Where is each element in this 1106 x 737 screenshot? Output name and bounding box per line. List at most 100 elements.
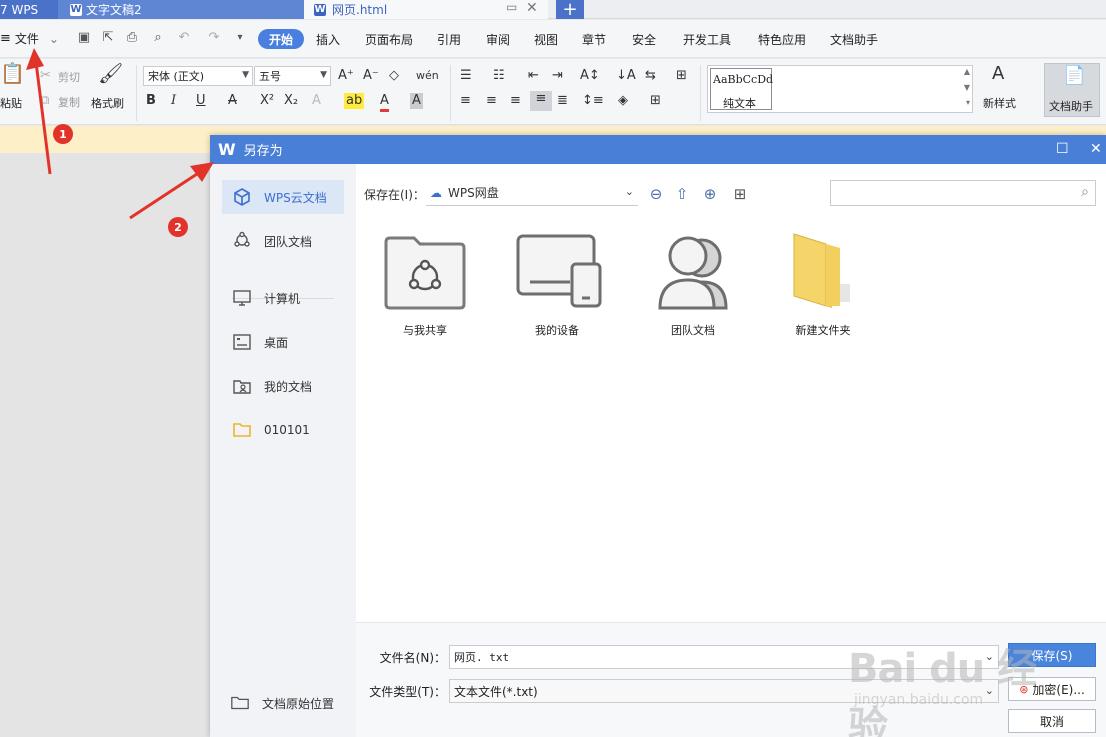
- tab-references[interactable]: 引用: [437, 31, 461, 48]
- italic-icon[interactable]: I: [171, 93, 176, 109]
- format-painter-icon[interactable]: 🖌: [98, 63, 123, 83]
- desktop-icon: [232, 333, 252, 351]
- align-center-icon[interactable]: ≡: [486, 93, 497, 109]
- filename-label: 文件名(N)：: [379, 651, 446, 665]
- font-color-icon[interactable]: A: [380, 93, 389, 112]
- tab-developer[interactable]: 开发工具: [683, 31, 731, 48]
- style-name-label: 纯文本: [723, 97, 756, 110]
- tab-page-layout[interactable]: 页面布局: [365, 31, 413, 48]
- align-left-icon[interactable]: ≡: [460, 93, 471, 109]
- font-size-select[interactable]: 五号 ▼: [254, 66, 331, 86]
- distributed-icon[interactable]: ≣: [557, 93, 568, 109]
- increase-font-icon[interactable]: A⁺: [338, 68, 354, 84]
- save-in-select[interactable]: ☁ WPS网盘 ⌄: [426, 180, 638, 206]
- up-folder-icon[interactable]: ⇧: [672, 184, 692, 204]
- baidu-watermark: Bai du 经验 jingyan.baidu.com: [840, 620, 1070, 737]
- ribbon-separator: [450, 65, 451, 121]
- tab-special-apps[interactable]: 特色应用: [758, 31, 806, 48]
- tab-doc-helper[interactable]: 文档助手: [830, 31, 878, 48]
- phonetic-guide-icon[interactable]: wén: [416, 68, 439, 84]
- view-mode-icon[interactable]: ⊞: [730, 184, 750, 204]
- sort-icon[interactable]: ↓A: [616, 68, 636, 84]
- paste-icon[interactable]: 📋: [0, 63, 25, 91]
- writer-doc-icon: W: [314, 3, 326, 16]
- sidebar-item-wps-cloud[interactable]: WPS云文档: [222, 180, 344, 214]
- numbered-list-icon[interactable]: ☷: [493, 68, 505, 84]
- print-icon[interactable]: ⎙: [124, 30, 140, 46]
- file-item-shared-with-me[interactable]: 与我共享: [370, 234, 480, 344]
- dialog-title-bar: W 另存为 ☐ ✕: [210, 135, 1106, 164]
- font-name-select[interactable]: 宋体 (正文) ▼: [143, 66, 253, 86]
- text-effect-icon[interactable]: A: [312, 93, 321, 109]
- shading-icon[interactable]: ◈: [618, 93, 628, 109]
- file-item-new-folder[interactable]: 新建文件夹: [768, 233, 878, 344]
- sidebar-item-desktop[interactable]: 桌面: [222, 325, 344, 359]
- dialog-title: 另存为: [243, 144, 283, 159]
- new-tab-button[interactable]: +: [556, 0, 584, 20]
- save-icon[interactable]: ▣: [76, 30, 92, 46]
- tab-insert[interactable]: 插入: [316, 31, 340, 48]
- tab-review[interactable]: 审阅: [486, 31, 510, 48]
- sidebar-item-folder-010101[interactable]: 010101: [222, 413, 344, 447]
- expand-gallery-icon[interactable]: ▾: [966, 98, 970, 107]
- sidebar-item-computer[interactable]: 计算机: [222, 281, 344, 315]
- bullet-list-icon[interactable]: ☰: [460, 68, 472, 84]
- style-gallery[interactable]: AaBbCcDd 纯文本 ▲ ▼ ▾: [707, 65, 973, 113]
- decrease-font-icon[interactable]: A⁻: [363, 68, 379, 84]
- export-icon[interactable]: ⇱: [100, 30, 116, 46]
- paragraph-spacing-icon[interactable]: ↕≡: [582, 93, 604, 109]
- decrease-indent-icon[interactable]: ⇤: [528, 68, 539, 84]
- file-item-my-devices[interactable]: 我的设备: [502, 234, 612, 344]
- tab-wps-home[interactable]: 7 WPS: [0, 0, 58, 19]
- close-icon[interactable]: ✕: [1090, 141, 1102, 157]
- tab-security[interactable]: 安全: [632, 31, 656, 48]
- increase-indent-icon[interactable]: ⇥: [552, 68, 563, 84]
- text-direction-icon[interactable]: A↕: [580, 68, 600, 84]
- close-tab-icon[interactable]: ✕: [526, 0, 538, 16]
- undo-icon[interactable]: ↶: [176, 30, 192, 46]
- style-plain-text[interactable]: AaBbCcDd 纯文本: [710, 68, 773, 110]
- subscript-icon[interactable]: X₂: [284, 93, 298, 109]
- sidebar-item-original-location[interactable]: 文档原始位置: [230, 694, 334, 712]
- format-painter-button[interactable]: 格式刷: [91, 95, 124, 111]
- doc-helper-button[interactable]: 📄 文档助手: [1044, 63, 1100, 117]
- sidebar-item-my-docs[interactable]: 我的文档: [222, 369, 344, 403]
- clear-format-icon[interactable]: ◇: [389, 68, 399, 84]
- scroll-up-icon[interactable]: ▲: [964, 67, 970, 76]
- new-style-icon[interactable]: A: [992, 65, 1004, 83]
- char-shading-icon[interactable]: A: [410, 93, 423, 109]
- back-icon[interactable]: ⊖: [646, 184, 666, 204]
- sidebar-item-team-docs[interactable]: 团队文档: [222, 224, 344, 258]
- scroll-down-icon[interactable]: ▼: [964, 83, 970, 92]
- align-right-icon[interactable]: ≡: [510, 93, 521, 109]
- table-grid-icon[interactable]: ⊞: [676, 68, 687, 84]
- bold-icon[interactable]: B: [146, 93, 156, 109]
- strikethrough-icon[interactable]: A: [228, 93, 237, 109]
- tab-start[interactable]: 开始: [258, 29, 304, 49]
- justify-icon[interactable]: ≡: [530, 91, 552, 111]
- paste-button[interactable]: 粘贴: [0, 95, 22, 111]
- new-folder-icon[interactable]: ⊕: [700, 184, 720, 204]
- maximize-icon[interactable]: ☐: [1056, 141, 1069, 157]
- line-spacing-icon[interactable]: ⇆: [645, 68, 656, 84]
- new-style-button[interactable]: 新样式: [983, 95, 1016, 111]
- superscript-icon[interactable]: X²: [260, 93, 274, 109]
- search-input[interactable]: ⌕: [830, 180, 1096, 206]
- cut-button[interactable]: 剪切: [58, 69, 80, 85]
- copy-button[interactable]: 复制: [58, 94, 80, 110]
- tab-view[interactable]: 视图: [534, 31, 558, 48]
- tab-chapter[interactable]: 章节: [582, 31, 606, 48]
- file-menu-button[interactable]: ≡ 文件 ⌄: [0, 30, 59, 47]
- customize-quick-access-icon[interactable]: ▾: [232, 30, 248, 46]
- font-name-value: 宋体 (正文): [148, 70, 205, 83]
- highlight-icon[interactable]: ab: [344, 93, 365, 109]
- search-icon[interactable]: ⌕: [1081, 184, 1089, 200]
- file-item-team-docs[interactable]: 团队文档: [638, 234, 748, 344]
- file-menu-label: 文件: [14, 32, 39, 46]
- borders-icon[interactable]: ⊞: [650, 93, 661, 109]
- pin-window-icon[interactable]: ▭: [506, 0, 517, 14]
- tab-doc2[interactable]: W 文字文稿2: [58, 0, 304, 19]
- print-preview-icon[interactable]: ⌕: [150, 30, 166, 46]
- underline-icon[interactable]: U: [196, 93, 206, 109]
- redo-icon[interactable]: ↷: [206, 30, 222, 46]
